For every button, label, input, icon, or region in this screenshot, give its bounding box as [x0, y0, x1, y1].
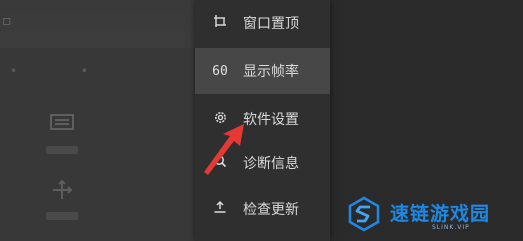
toolbar-dots: • •: [10, 64, 118, 78]
fps-icon: 60: [212, 63, 228, 79]
menu-item-show-fps[interactable]: 60 显示帧率: [195, 48, 330, 94]
watermark-logo: [348, 196, 380, 232]
tool-label-2: [46, 212, 78, 220]
move-icon[interactable]: [48, 178, 76, 202]
pin-icon: [203, 14, 237, 32]
menu-item-window-pin[interactable]: 窗口置顶: [195, 0, 330, 46]
monitor-icon[interactable]: [48, 112, 76, 136]
menu-item-label: 显示帧率: [243, 64, 299, 80]
upload-icon: [203, 200, 237, 218]
window-icon: ▫: [2, 13, 12, 29]
menu-item-check-update[interactable]: 检查更新: [195, 186, 330, 232]
red-arrow-annotation: [204, 124, 244, 175]
watermark: 速链游戏园 SLINK.VIP: [340, 186, 523, 241]
menu-item-label: 检查更新: [243, 202, 299, 218]
tool-label-1: [46, 146, 78, 154]
menu-item-label: 窗口置顶: [243, 16, 299, 32]
watermark-title: 速链游戏园: [390, 203, 491, 225]
watermark-subtitle: SLINK.VIP: [432, 224, 470, 231]
